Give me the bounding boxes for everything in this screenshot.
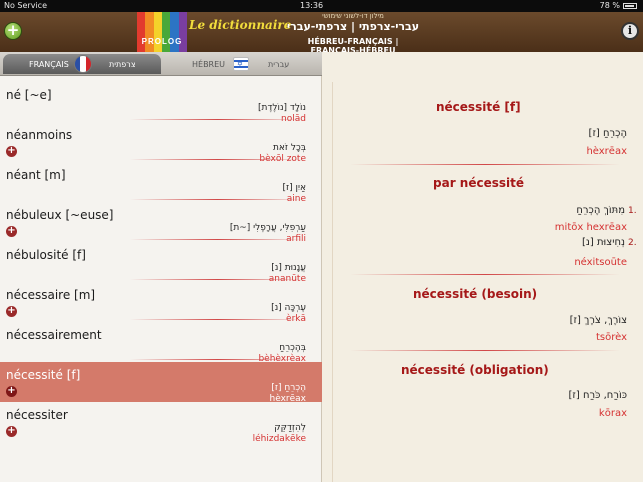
entry-french: nécessaire [m] [6,288,96,302]
clock: 13:36 [300,1,324,10]
entry-hebrew: בְּהֶכְרֵחַ [279,343,306,353]
divider [130,159,305,160]
divider [130,119,305,120]
definition-headword: nécessité [f] [436,100,521,114]
sense-number: 1. [628,206,637,216]
sense-hebrew: צוֹרֶךְ, צֹרֶךְ [ז] [569,315,627,326]
battery-icon [623,2,637,9]
logo-stripe [153,12,162,52]
entry-hebrew: לְהִזְדַקֵּק [274,423,306,433]
sense-number: 2. [628,238,637,248]
column-guide [332,82,333,482]
tab-francais-label: FRANÇAIS [29,60,69,69]
divider [130,239,305,240]
expand-plus-icon[interactable]: + [6,146,17,157]
list-item[interactable]: néanmoins + בְּכָל זֹאת bèxōl zote [0,122,322,164]
logo-stripe [145,12,154,52]
list-item[interactable]: nébuleux [~euse] + עַרְפִלִּי, עֲרָפֶלִי… [0,202,322,244]
entry-french: nécessiter [6,408,68,422]
divider [350,274,620,275]
divider [350,350,620,351]
section-title: par nécessité [433,176,524,190]
tab-hebreu-heb: עברית [268,60,290,69]
divider [130,319,305,320]
sense-hebrew: נְחִיצוּת [נ] [582,237,625,248]
entry-french: nébulosité [f] [6,248,86,262]
brand-name: PROLOG [141,37,183,46]
prolog-logo [137,12,187,52]
entry-french: né [~e] [6,88,52,102]
logo-stripe [178,12,187,52]
expand-plus-icon[interactable]: + [6,426,17,437]
entry-french: nécessité [f] [6,368,81,382]
sense-transliteration: kōrax [598,408,627,419]
add-button[interactable]: + [4,22,22,40]
info-button[interactable]: i [621,22,639,40]
battery-indicator: 78 % [600,1,637,10]
section-title: nécessité (besoin) [413,287,538,301]
entry-hebrew: בְּכָל זֹאת [273,143,306,153]
divider [350,164,620,165]
sense-hebrew: כּוֹרַח, כֹּרַח [ז] [568,390,627,401]
tab-hebreu-label: HÉBREU [192,60,226,69]
sense-transliteration: mitōx hexrēax [554,222,627,233]
expand-plus-icon[interactable]: + [6,386,17,397]
word-list-pane: FRANÇAIS צרפתית HÉBREU ✡ עברית né [~e] נ… [0,52,322,482]
israeli-flag-icon: ✡ [233,57,249,71]
tab-francais[interactable]: FRANÇAIS צרפתית [3,54,161,74]
entry-french: néant [m] [6,168,66,182]
tab-hebreu[interactable]: HÉBREU ✡ עברית [162,54,319,74]
list-item[interactable]: nécessairement בְּהֶכְרֵחַ bèhèxrèax [0,322,322,364]
sense-transliteration: néxitsoūte [574,257,627,268]
app-tagline: Le dictionnaire [189,18,292,32]
list-item[interactable]: né [~e] נוֹלָד [נוֹלֶדֶת] nolād [0,82,322,124]
entry-hebrew: הֶכְרֵחַ [ז] [271,383,306,393]
expand-plus-icon[interactable]: + [6,226,17,237]
list-item[interactable]: nécessiter + לְהִזְדַקֵּק léhizdakēke [0,402,322,444]
list-item-selected[interactable]: nécessité [f] + הֶכְרֵחַ [ז] hèxrēax [0,362,322,404]
entry-transliteration: léhizdakēke [252,434,306,444]
divider [130,199,305,200]
definition-hebrew: הֶכְרֵחַ [ז] [588,128,627,139]
flag-stripe [85,56,91,72]
logo-stripe [161,12,171,52]
entry-french: nécessairement [6,328,102,342]
list-item[interactable]: néant [m] אַיִן [ז] aine [0,162,322,204]
header-title: עברי-צרפתי | צרפתי-עברי [286,20,420,33]
logo-stripe [170,12,179,52]
french-flag-icon [74,55,92,73]
sense-hebrew: מִתּוֹךְ הֶכְרֵחַ [576,205,625,216]
list-item[interactable]: nécessaire [m] + עֶרְכָּה [נ] èrkā [0,282,322,324]
divider [130,279,305,280]
divider [130,359,305,360]
entry-hebrew: נוֹלָד [נוֹלֶדֶת] [258,103,306,113]
tab-francais-heb: צרפתית [109,60,136,69]
entry-french: néanmoins [6,128,73,142]
list-item[interactable]: nébulosité [f] עֲנָנוּת [נ] ananūte [0,242,322,284]
entry-hebrew: עֲנָנוּת [נ] [271,263,306,273]
logo-stripe [137,12,146,52]
star-of-david-icon: ✡ [237,60,243,68]
entry-hebrew: עַרְפִלִּי, עֲרָפֶלִי [~ת] [229,223,306,233]
entry-french: nébuleux [~euse] [6,208,114,222]
sense-transliteration: tsōrèx [595,332,627,343]
expand-plus-icon[interactable]: + [6,306,17,317]
carrier-text: No Service [4,1,47,10]
header-caption: מילון דו-לשוני שימושי [322,12,384,20]
entry-hebrew: עֶרְכָּה [נ] [271,303,306,313]
definition-transliteration: hèxrēax [586,146,627,157]
entry-hebrew: אַיִן [ז] [282,183,306,193]
language-tabs: FRANÇAIS צרפתית HÉBREU ✡ עברית [0,52,322,76]
section-title: nécessité (obligation) [401,363,549,377]
status-bar: No Service 13:36 78 % [0,0,643,12]
word-list: né [~e] נוֹלָד [נוֹלֶדֶת] nolād néanmoin… [0,82,322,444]
